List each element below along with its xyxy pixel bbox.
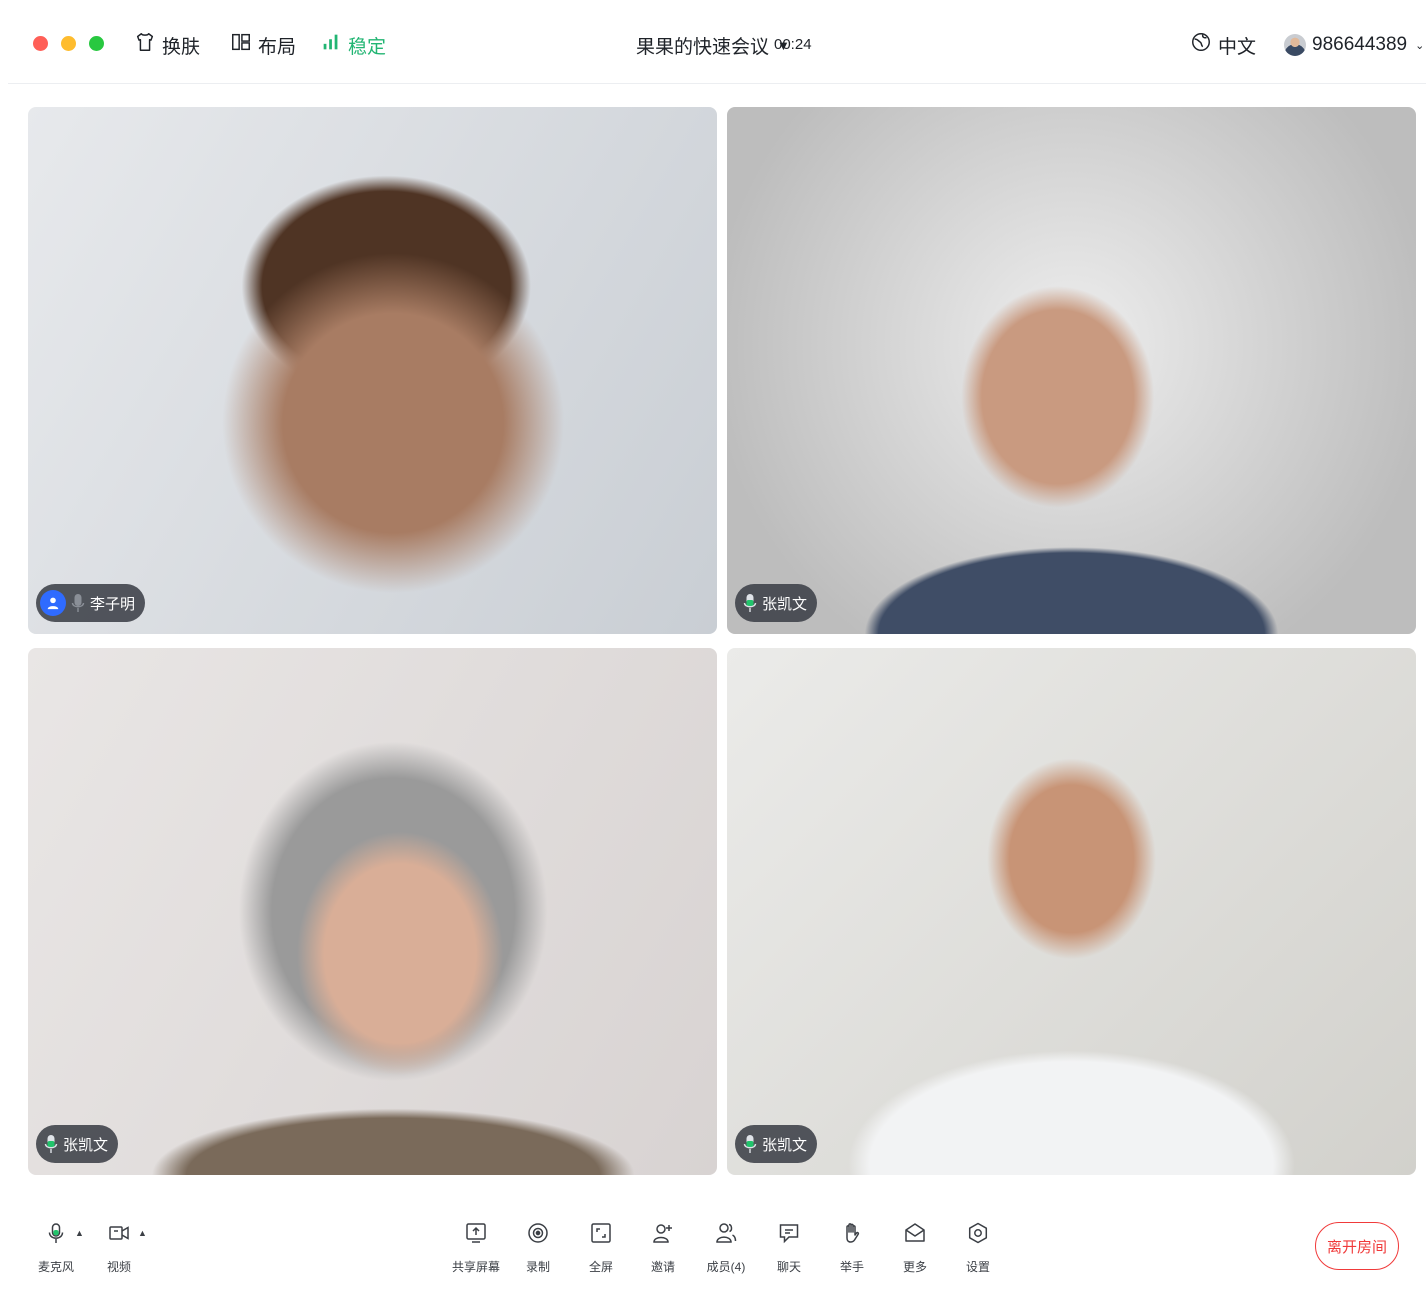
participant-name: 张凯文 — [762, 595, 808, 613]
microphone-label: 麦克风 — [37, 1260, 74, 1274]
microphone-active-icon — [743, 1133, 757, 1155]
members-label: 成员(4) — [706, 1260, 746, 1274]
more-button[interactable]: 更多 — [883, 1216, 947, 1275]
meeting-timer: 00:24 — [774, 36, 812, 53]
minimize-window-button[interactable] — [61, 36, 76, 51]
microphone-button[interactable]: 麦克风 — [24, 1216, 88, 1275]
video-tile-4[interactable]: 张凯文 — [727, 648, 1416, 1175]
fullscreen-button[interactable]: 全屏 — [569, 1216, 633, 1275]
fullscreen-icon — [589, 1216, 613, 1250]
skin-button[interactable]: 换肤 — [134, 31, 200, 59]
invite-user-icon — [651, 1216, 675, 1250]
window-controls — [33, 36, 104, 51]
participant-name: 张凯文 — [63, 1136, 109, 1154]
globe-icon — [1190, 31, 1212, 59]
microphone-icon — [44, 1216, 68, 1250]
host-user-icon — [40, 590, 66, 616]
invite-label: 邀请 — [650, 1260, 675, 1274]
layout-button[interactable]: 布局 — [230, 31, 296, 59]
shirt-icon — [134, 31, 156, 59]
avatar — [1284, 34, 1306, 56]
participant-badge: 张凯文 — [735, 584, 818, 622]
gear-icon — [966, 1216, 990, 1250]
video-label: 视频 — [106, 1260, 131, 1274]
meeting-window: 换肤 布局 稳定 果果的快速会议 ▼ 00:24 中文 986644389 ⌄ … — [8, 0, 1426, 1290]
user-id: 986644389 — [1312, 34, 1408, 55]
microphone-muted-icon — [71, 592, 85, 614]
meeting-title: 果果的快速会议 — [636, 36, 770, 58]
video-tile-2[interactable]: 张凯文 — [727, 107, 1416, 634]
network-status[interactable]: 稳定 — [320, 31, 386, 59]
chat-label: 聊天 — [776, 1260, 801, 1274]
members-icon — [714, 1216, 738, 1250]
raise-hand-button[interactable]: 举手 — [820, 1216, 884, 1275]
record-icon — [526, 1216, 550, 1250]
share-screen-label: 共享屏幕 — [451, 1260, 500, 1274]
leave-room-button[interactable]: 离开房间 — [1315, 1222, 1399, 1270]
members-button[interactable]: 成员(4) — [694, 1216, 758, 1275]
participant-badge: 张凯文 — [735, 1125, 818, 1163]
chat-icon — [777, 1216, 801, 1250]
microphone-active-icon — [44, 1133, 58, 1155]
fullscreen-label: 全屏 — [588, 1260, 613, 1274]
close-window-button[interactable] — [33, 36, 48, 51]
bottom-toolbar: 麦克风 ▲ 视频 ▲ 共享屏幕 录制 全屏 邀请 成员(4) 聊天 举手 更多 … — [8, 1198, 1426, 1290]
video-button[interactable]: 视频 — [87, 1216, 151, 1275]
record-label: 录制 — [525, 1260, 550, 1274]
share-screen-icon — [464, 1216, 488, 1250]
chat-button[interactable]: 聊天 — [757, 1216, 821, 1275]
settings-button[interactable]: 设置 — [946, 1216, 1010, 1275]
layout-icon — [230, 31, 252, 59]
user-menu[interactable]: 986644389 ⌄ — [1284, 31, 1424, 59]
skin-label: 换肤 — [162, 36, 201, 58]
participant-badge: 李子明 — [36, 584, 146, 622]
more-envelope-icon — [903, 1216, 927, 1250]
title-bar: 换肤 布局 稳定 果果的快速会议 ▼ 00:24 中文 986644389 ⌄ — [8, 0, 1426, 84]
share-screen-button[interactable]: 共享屏幕 — [444, 1216, 508, 1275]
invite-button[interactable]: 邀请 — [631, 1216, 695, 1275]
participant-name: 李子明 — [90, 595, 136, 613]
signal-bars-icon — [320, 31, 342, 59]
meeting-title-dropdown[interactable]: 果果的快速会议 ▼ — [636, 31, 790, 59]
video-options-arrow-icon[interactable]: ▲ — [138, 1228, 147, 1238]
maximize-window-button[interactable] — [89, 36, 104, 51]
settings-label: 设置 — [965, 1260, 990, 1274]
mic-options-arrow-icon[interactable]: ▲ — [75, 1228, 84, 1238]
video-tile-1[interactable]: 李子明 — [28, 107, 717, 634]
network-status-label: 稳定 — [348, 36, 387, 58]
hand-icon — [840, 1216, 864, 1250]
microphone-active-icon — [743, 592, 757, 614]
participant-badge: 张凯文 — [36, 1125, 119, 1163]
layout-label: 布局 — [258, 36, 297, 58]
participant-name: 张凯文 — [762, 1136, 808, 1154]
language-switch[interactable]: 中文 — [1190, 31, 1256, 59]
record-button[interactable]: 录制 — [506, 1216, 570, 1275]
camera-icon — [107, 1216, 131, 1250]
chevron-down-icon: ⌄ — [1415, 39, 1425, 52]
language-label: 中文 — [1218, 36, 1257, 58]
raise-hand-label: 举手 — [839, 1260, 864, 1274]
more-label: 更多 — [902, 1260, 927, 1274]
video-tile-3[interactable]: 张凯文 — [28, 648, 717, 1175]
